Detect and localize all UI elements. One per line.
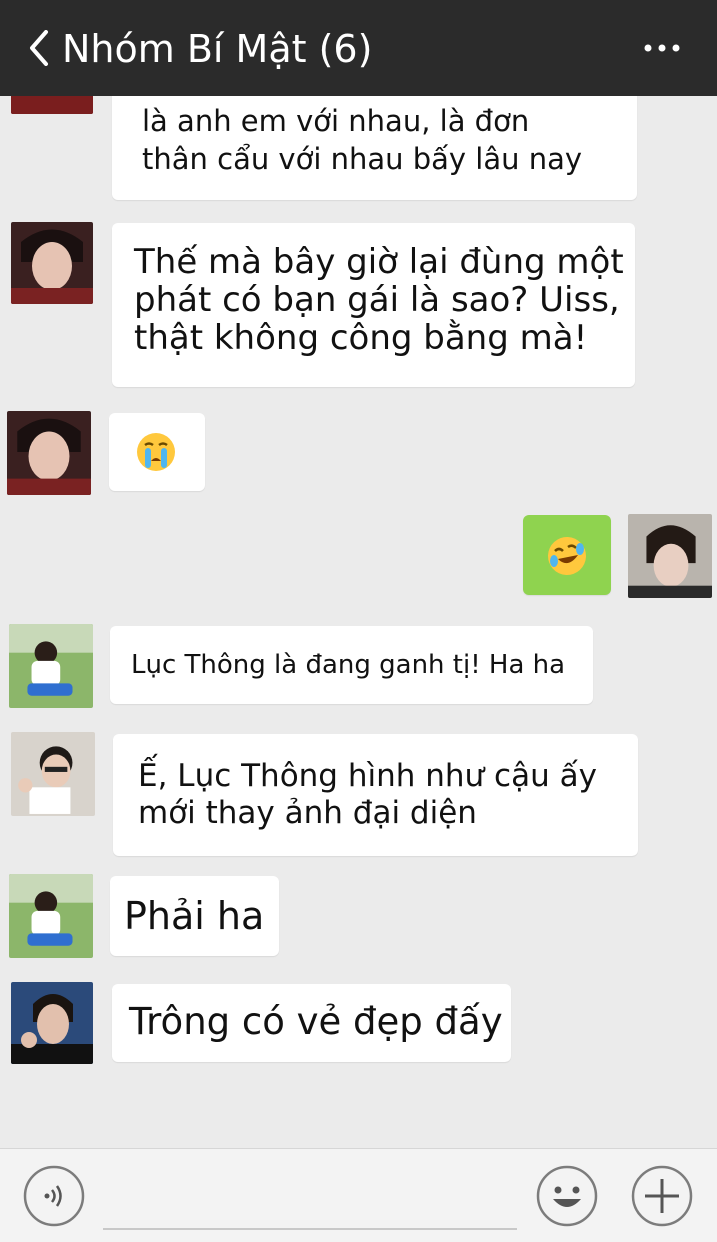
avatar[interactable]	[7, 411, 91, 495]
message-text: là anh em với nhau, là đơn thân cẩu với …	[142, 104, 583, 176]
message-text: Trông có vẻ đẹp đấy	[129, 1000, 503, 1043]
voice-icon[interactable]	[23, 1165, 85, 1227]
avatar[interactable]	[9, 624, 93, 708]
message-bubble[interactable]	[109, 413, 205, 491]
message-text: Phải ha	[124, 894, 265, 938]
crying-emoji-icon	[135, 431, 177, 473]
more-dots-icon[interactable]	[642, 36, 682, 60]
message-input[interactable]	[103, 1228, 517, 1230]
chevron-left-icon[interactable]	[26, 30, 60, 66]
chat-title: Nhóm Bí Mật (6)	[62, 27, 373, 71]
avatar[interactable]	[9, 874, 93, 958]
message-bubble[interactable]: Lục Thông là đang ganh tị! Ha ha	[110, 626, 593, 704]
chat-header: Nhóm Bí Mật (6)	[0, 0, 717, 96]
avatar[interactable]	[11, 982, 93, 1064]
input-bar	[0, 1148, 717, 1242]
plus-icon[interactable]	[631, 1165, 693, 1227]
message-text: Ế, Lục Thông hình như cậu ấy mới thay ản…	[138, 758, 597, 831]
message-text: Lục Thông là đang ganh tị! Ha ha	[131, 650, 566, 680]
message-bubble[interactable]: là anh em với nhau, là đơn thân cẩu với …	[112, 96, 637, 200]
message-bubble[interactable]: Phải ha	[110, 876, 279, 956]
laughing-emoji-icon	[546, 535, 588, 577]
message-bubble[interactable]: Ế, Lục Thông hình như cậu ấy mới thay ản…	[113, 734, 638, 856]
avatar[interactable]	[628, 514, 712, 598]
message-bubble[interactable]: Trông có vẻ đẹp đấy	[112, 984, 511, 1062]
message-bubble-own[interactable]	[523, 515, 611, 595]
message-list[interactable]: là anh em với nhau, là đơn thân cẩu với …	[0, 96, 717, 1148]
avatar[interactable]	[11, 222, 93, 304]
avatar[interactable]	[11, 732, 95, 816]
avatar[interactable]	[11, 96, 93, 114]
smiley-icon[interactable]	[536, 1165, 598, 1227]
message-text: Thế mà bây giờ lại đùng một phát có bạn …	[134, 242, 624, 358]
message-bubble[interactable]: Thế mà bây giờ lại đùng một phát có bạn …	[112, 223, 635, 387]
